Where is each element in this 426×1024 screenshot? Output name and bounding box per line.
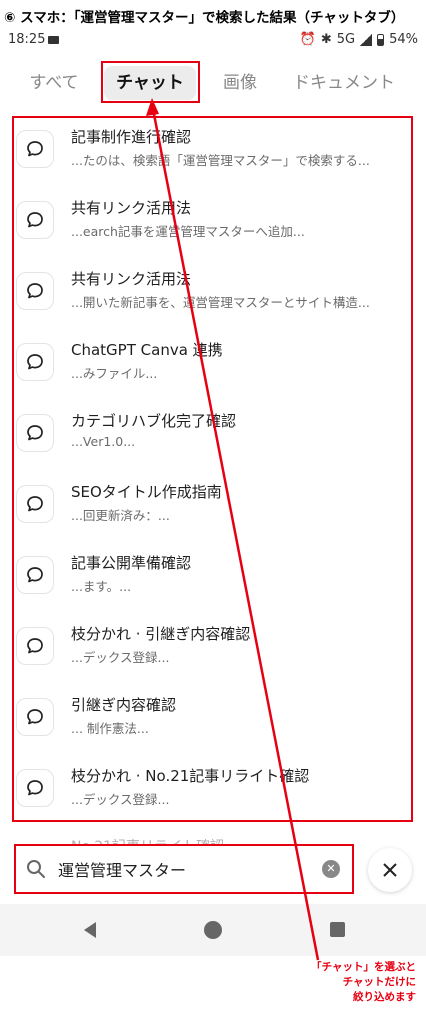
alarm-icon: ⏰ <box>299 32 316 47</box>
annotation-line-3: 絞り込めます <box>353 991 416 1003</box>
close-search-button[interactable] <box>368 848 412 892</box>
message-icon <box>48 36 59 44</box>
tab-all[interactable]: すべて <box>22 66 86 100</box>
recent-apps-icon[interactable] <box>330 922 345 937</box>
status-icons: ⏰ ✱ 5G 54% <box>300 32 418 47</box>
annotation-line-1: 「チャット」を選ぶと <box>311 961 416 973</box>
status-time: 18:25 <box>8 32 46 47</box>
status-bar: 18:25 ⏰ ✱ 5G 54% <box>0 30 426 52</box>
back-icon[interactable] <box>84 922 96 938</box>
home-icon[interactable] <box>204 921 222 939</box>
filter-tabs: すべて チャット 画像 ドキュメント <box>0 56 426 106</box>
results-highlight <box>12 116 413 822</box>
tab-images[interactable]: 画像 <box>210 66 270 100</box>
chat-tab-highlight <box>101 61 200 103</box>
system-nav-bar <box>0 904 426 956</box>
annotation-line-2: チャットだけに <box>342 976 416 988</box>
screenshot-caption: ⑥ スマホ：「運営管理マスター」で検索した結果（チャットタブ） <box>4 10 405 26</box>
bluetooth-icon: ✱ <box>320 32 332 47</box>
search-highlight <box>14 844 354 894</box>
network-label: 5G <box>336 32 356 47</box>
signal-icon <box>360 33 373 46</box>
close-icon <box>383 863 397 877</box>
battery-icon <box>377 33 385 46</box>
battery-percent: 54% <box>389 32 418 47</box>
annotation-note: 「チャット」を選ぶと チャットだけに 絞り込めます <box>268 960 416 1005</box>
tab-documents[interactable]: ドキュメント <box>284 66 404 100</box>
